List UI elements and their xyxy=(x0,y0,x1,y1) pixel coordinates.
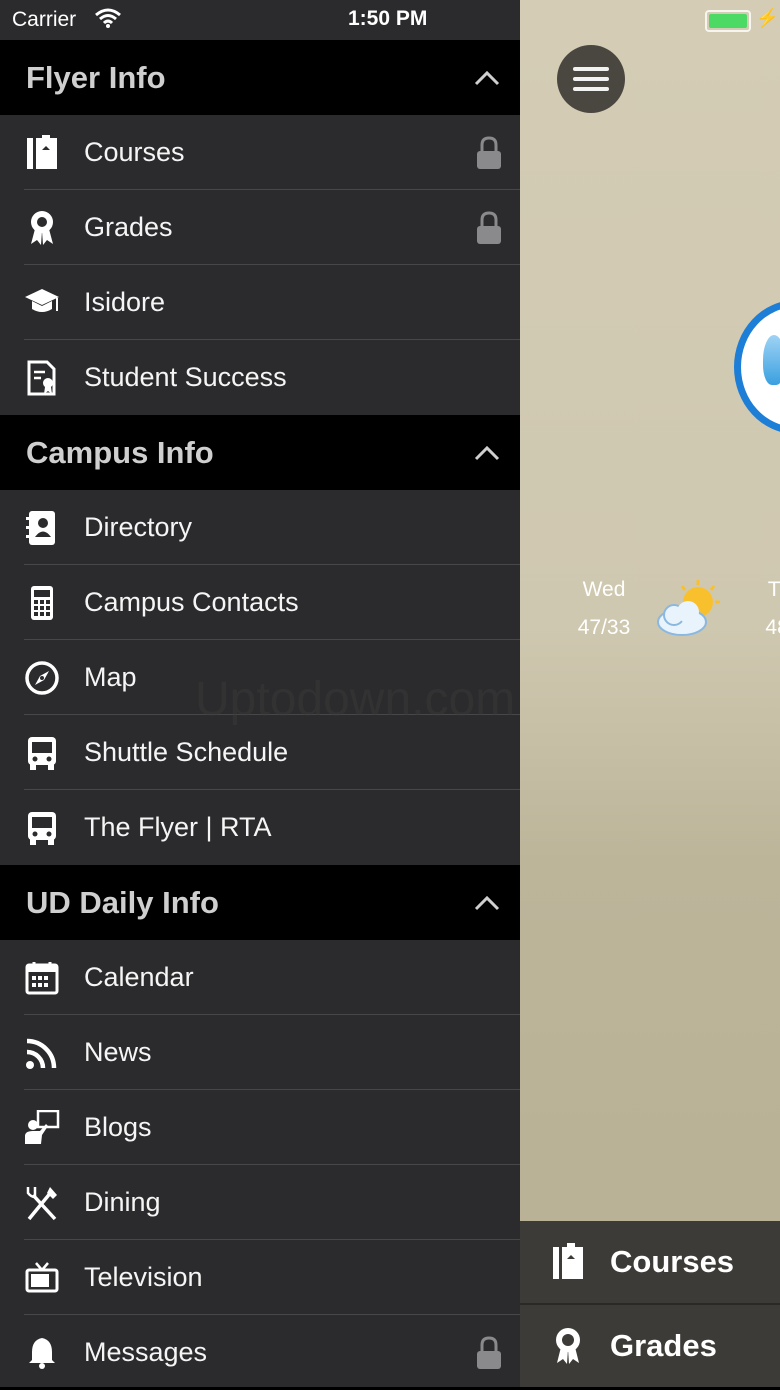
weather-temp: 47/33 xyxy=(577,616,631,639)
hamburger-menu-button[interactable] xyxy=(557,45,625,113)
book-icon xyxy=(24,134,60,171)
weather-day-wed: Wed 47/33 xyxy=(559,578,649,640)
status-bar: Carrier 1:50 PM ⚡ xyxy=(0,0,780,40)
section-title: Campus Info xyxy=(26,434,214,470)
watermark: Uptodown.com xyxy=(195,673,516,726)
bottom-tab-label: Grades xyxy=(610,1328,717,1363)
lock-icon xyxy=(474,210,504,246)
calendar-icon xyxy=(24,960,60,996)
compass-icon xyxy=(24,660,60,696)
calculator-phone-icon xyxy=(24,585,60,621)
battery-icon xyxy=(705,10,751,32)
menu-item-label: Television xyxy=(84,1262,203,1292)
section-header-campus-info[interactable]: Campus Info xyxy=(0,415,520,490)
document-certificate-icon xyxy=(24,360,60,396)
menu-item-courses[interactable]: Courses xyxy=(0,115,520,190)
menu-item-grades[interactable]: Grades xyxy=(0,190,520,265)
menu-item-campus-contacts[interactable]: Campus Contacts xyxy=(0,565,520,640)
menu-item-the-flyer-rta[interactable]: The Flyer | RTA xyxy=(0,790,520,865)
bottom-tab-grades[interactable]: Grades xyxy=(520,1303,780,1387)
weather-day-label: Wed xyxy=(582,578,626,601)
hamburger-line xyxy=(573,67,609,71)
background-home-screen: Wed 47/33 Th 48/ Courses Grades xyxy=(520,0,780,1387)
bottom-tab-courses[interactable]: Courses xyxy=(520,1221,780,1303)
clock-time: 1:50 PM xyxy=(348,7,428,30)
chevron-up-icon[interactable] xyxy=(472,888,502,918)
lock-icon xyxy=(474,135,504,171)
partly-sunny-icon xyxy=(657,580,720,636)
menu-item-label: Blogs xyxy=(84,1112,152,1142)
menu-item-directory[interactable]: Directory xyxy=(0,490,520,565)
menu-item-isidore[interactable]: Isidore xyxy=(0,265,520,340)
lock-icon xyxy=(474,1335,504,1371)
menu-item-news[interactable]: News xyxy=(0,1015,520,1090)
chevron-up-icon[interactable] xyxy=(472,63,502,93)
section-header-ud-daily-info[interactable]: UD Daily Info xyxy=(0,865,520,940)
chevron-up-icon[interactable] xyxy=(472,438,502,468)
fork-knife-icon xyxy=(24,1185,60,1221)
ribbon-award-icon xyxy=(548,1326,588,1366)
menu-item-label: Isidore xyxy=(84,287,166,317)
menu-item-label: Dining xyxy=(84,1187,161,1217)
menu-item-label: News xyxy=(84,1037,152,1067)
menu-item-label: Calendar xyxy=(84,962,194,992)
bottom-tab-label: Courses xyxy=(610,1244,735,1279)
menu-item-label: The Flyer | RTA xyxy=(84,812,272,842)
weather-day-label: Th xyxy=(767,578,780,601)
bus-icon xyxy=(24,810,60,846)
weather-day-thu: Th 48/ xyxy=(735,578,780,640)
bell-icon xyxy=(24,1335,60,1371)
menu-item-label: Shuttle Schedule xyxy=(84,737,289,767)
address-book-icon xyxy=(24,510,60,546)
bottom-tab-bar: Courses Grades xyxy=(520,1221,780,1387)
television-icon xyxy=(24,1260,60,1296)
menu-item-label: Campus Contacts xyxy=(84,587,299,617)
rss-icon xyxy=(24,1035,60,1071)
bus-icon xyxy=(24,735,60,771)
menu-item-label: Courses xyxy=(84,137,185,167)
wifi-icon xyxy=(95,8,121,34)
menu-item-dining[interactable]: Dining xyxy=(0,1165,520,1240)
menu-item-television[interactable]: Television xyxy=(0,1240,520,1315)
menu-item-label: Student Success xyxy=(84,362,287,392)
menu-item-label: Messages xyxy=(84,1337,208,1367)
ribbon-award-icon xyxy=(24,210,60,246)
weather-temp: 48/ xyxy=(765,616,780,639)
hamburger-line xyxy=(573,77,609,81)
menu-item-blogs[interactable]: Blogs xyxy=(0,1090,520,1165)
charging-icon: ⚡ xyxy=(756,8,779,28)
graduation-cap-icon xyxy=(24,285,60,321)
menu-item-student-success[interactable]: Student Success xyxy=(0,340,520,415)
section-title: Flyer Info xyxy=(26,59,166,95)
menu-item-label: Directory xyxy=(84,512,193,542)
section-header-flyer-info[interactable]: Flyer Info xyxy=(0,40,520,115)
presenter-icon xyxy=(24,1109,60,1146)
menu-item-messages[interactable]: Messages xyxy=(0,1315,520,1390)
hamburger-line xyxy=(573,87,609,91)
menu-item-calendar[interactable]: Calendar xyxy=(0,940,520,1015)
menu-item-label: Grades xyxy=(84,212,173,242)
section-title: UD Daily Info xyxy=(26,884,219,920)
book-icon xyxy=(548,1242,588,1282)
app-logo xyxy=(734,300,780,434)
carrier-label: Carrier xyxy=(12,8,77,31)
